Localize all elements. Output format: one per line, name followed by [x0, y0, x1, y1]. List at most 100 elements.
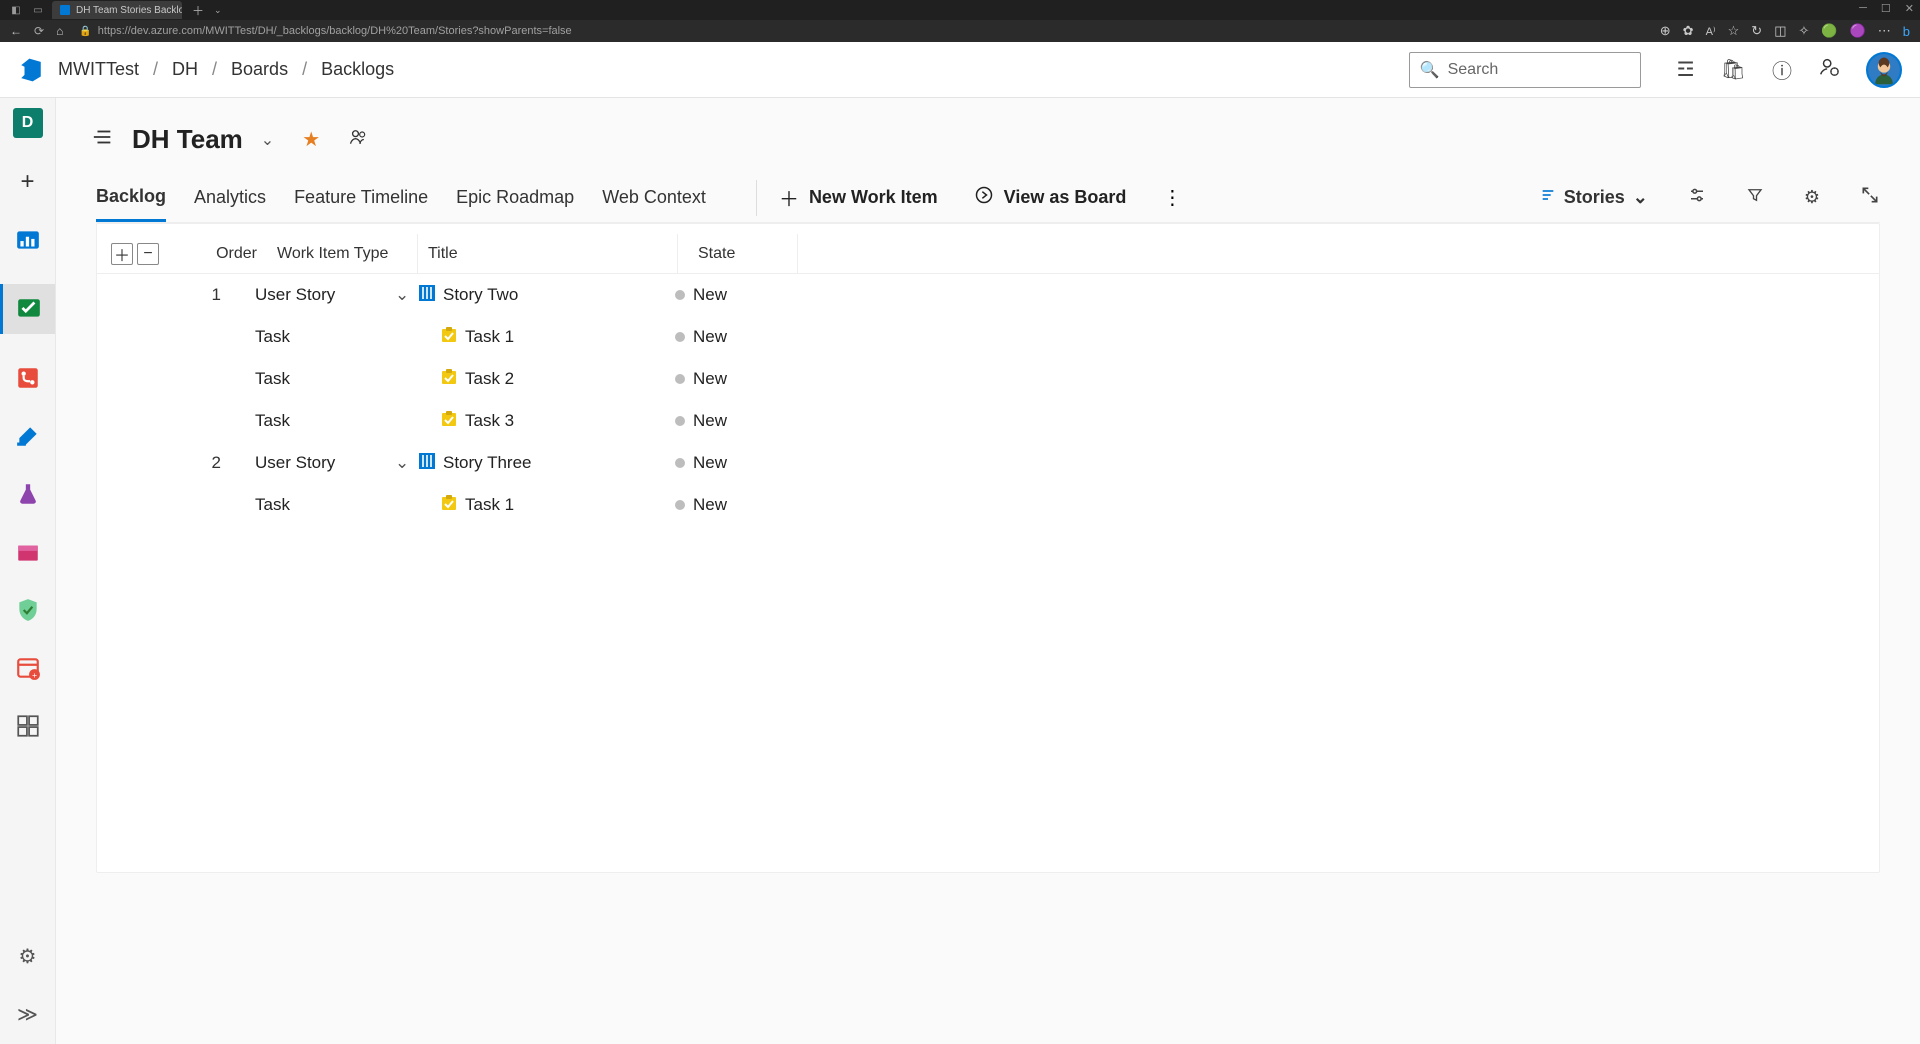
state-text: New [693, 453, 727, 473]
marketplace-icon[interactable]: 🛍 [1721, 57, 1746, 82]
compliance-icon[interactable] [14, 596, 42, 624]
settings-gear-icon[interactable]: ⚙ [1804, 187, 1820, 208]
col-order[interactable]: Order [187, 245, 277, 263]
shopping-icon[interactable]: ✿ [1683, 23, 1694, 39]
favorite-icon[interactable]: ★ [302, 127, 320, 152]
cell-state: New [655, 327, 795, 347]
test-plans-icon[interactable] [14, 480, 42, 508]
table-header: ＋ − Order Work Item Type Title State [97, 234, 1879, 274]
tab-web-context[interactable]: Web Context [602, 173, 706, 222]
view-as-board-label: View as Board [1004, 187, 1127, 208]
cell-state: New [655, 285, 795, 305]
search-icon: 🔍 [1420, 60, 1440, 80]
new-tab-button[interactable]: ＋ [192, 2, 204, 19]
state-text: New [693, 411, 727, 431]
tab-analytics[interactable]: Analytics [194, 173, 266, 222]
search-input[interactable] [1448, 61, 1630, 79]
extension2-icon[interactable]: 🟣 [1850, 23, 1866, 39]
tab-collection-icon[interactable]: ▭ [30, 3, 46, 17]
work-items-icon[interactable]: ☲ [1677, 57, 1695, 82]
table-row[interactable]: TaskTask 1New [97, 484, 1879, 526]
project-settings-icon[interactable]: ⚙ [14, 942, 42, 970]
table-row[interactable]: 1User Story⌄Story TwoNew [97, 274, 1879, 316]
new-work-item-button[interactable]: ＋ New Work Item [779, 183, 938, 212]
table-row[interactable]: TaskTask 3New [97, 400, 1879, 442]
tab-dropdown-icon[interactable]: ⌄ [214, 5, 222, 16]
azure-devops-logo-icon[interactable] [18, 57, 44, 83]
filter-icon[interactable] [1746, 186, 1764, 209]
tab-backlog[interactable]: Backlog [96, 173, 166, 222]
cell-title[interactable]: Task 1 [419, 495, 655, 516]
breadcrumb-sep: / [212, 59, 217, 80]
avatar[interactable] [1866, 52, 1902, 88]
options-icon[interactable] [1688, 186, 1706, 209]
view-as-board-button[interactable]: View as Board [974, 185, 1127, 211]
cell-order: 1 [165, 285, 255, 305]
side-panel-toggle-icon[interactable] [92, 126, 114, 154]
home-icon[interactable]: ⌂ [56, 24, 63, 38]
project-badge[interactable]: D [13, 108, 43, 138]
tab-epic-roadmap[interactable]: Epic Roadmap [456, 173, 574, 222]
maximize-icon[interactable]: ☐ [1881, 2, 1891, 15]
tab-overview-icon[interactable]: ◧ [8, 3, 24, 17]
new-item-icon[interactable]: + [14, 168, 42, 196]
refresh-icon[interactable]: ⟳ [34, 24, 44, 38]
cell-type: Task [255, 369, 395, 389]
expand-rail-icon[interactable]: ≫ [14, 1000, 42, 1028]
expand-chevron-icon[interactable]: ⌄ [395, 285, 419, 305]
cell-title[interactable]: Task 3 [419, 411, 655, 432]
breadcrumb-page[interactable]: Backlogs [321, 59, 394, 80]
artifacts-icon[interactable] [14, 538, 42, 566]
read-aloud-icon[interactable]: A⁾ [1706, 25, 1716, 38]
favorite-star-icon[interactable]: ☆ [1728, 23, 1740, 39]
collections-icon[interactable]: ✧ [1798, 23, 1809, 39]
close-icon[interactable]: ✕ [1905, 2, 1914, 15]
col-title[interactable]: Title [417, 234, 677, 273]
sync-icon[interactable]: ↻ [1751, 23, 1762, 39]
breadcrumb-project[interactable]: DH [172, 59, 198, 80]
search-box[interactable]: 🔍 [1409, 52, 1641, 88]
col-state[interactable]: State [677, 234, 797, 273]
team-dropdown-icon[interactable]: ⌄ [261, 130, 274, 150]
team-members-icon[interactable] [348, 127, 368, 152]
table-row[interactable]: 2User Story⌄Story ThreeNew [97, 442, 1879, 484]
breadcrumb-section[interactable]: Boards [231, 59, 288, 80]
split-icon[interactable]: ◫ [1774, 23, 1786, 39]
tab-feature-timeline[interactable]: Feature Timeline [294, 173, 428, 222]
more-actions-icon[interactable]: ⋮ [1162, 185, 1182, 210]
col-type[interactable]: Work Item Type [277, 245, 417, 263]
cell-title[interactable]: Task 1 [419, 327, 655, 348]
table-row[interactable]: TaskTask 1New [97, 316, 1879, 358]
bing-icon[interactable]: b [1903, 24, 1910, 39]
breadcrumb-sep: / [302, 59, 307, 80]
work-item-title: Task 2 [465, 369, 514, 389]
more-icon[interactable]: ⋯ [1878, 23, 1891, 39]
table-row[interactable]: TaskTask 2New [97, 358, 1879, 400]
expand-chevron-icon[interactable]: ⌄ [395, 453, 419, 473]
dashboards-icon[interactable] [14, 712, 42, 740]
minimize-icon[interactable]: ─ [1859, 2, 1867, 15]
overview-icon[interactable] [14, 226, 42, 254]
extension1-icon[interactable]: 🟢 [1821, 23, 1837, 39]
collapse-all-button[interactable]: − [137, 243, 159, 265]
user-settings-icon[interactable] [1818, 56, 1840, 84]
repos-icon[interactable] [14, 364, 42, 392]
browser-tab[interactable]: DH Team Stories Backlog - Board… ✕ [52, 1, 182, 19]
cell-title[interactable]: Story Three [419, 453, 655, 474]
url-bar[interactable]: 🔒 https://dev.azure.com/MWITTest/DH/_bac… [79, 25, 571, 37]
cell-title[interactable]: Task 2 [419, 369, 655, 390]
zoom-icon[interactable]: ⊕ [1660, 23, 1671, 39]
team-title[interactable]: DH Team [132, 124, 243, 155]
boards-icon[interactable] [0, 284, 55, 334]
expand-all-button[interactable]: ＋ [111, 243, 133, 265]
help-icon[interactable]: ⓘ [1772, 55, 1792, 84]
fullscreen-icon[interactable] [1860, 185, 1880, 210]
pipelines-icon[interactable] [14, 422, 42, 450]
breadcrumb-org[interactable]: MWITTest [58, 59, 139, 80]
backlog-level-dropdown[interactable]: Stories ⌄ [1540, 187, 1648, 208]
back-icon[interactable]: ← [10, 24, 22, 38]
cell-title[interactable]: Story Two [419, 285, 655, 306]
state-dot-icon [675, 374, 685, 384]
toolbar-right: Stories ⌄ ⚙ [1540, 185, 1880, 210]
delivery-plans-icon[interactable]: + [14, 654, 42, 682]
